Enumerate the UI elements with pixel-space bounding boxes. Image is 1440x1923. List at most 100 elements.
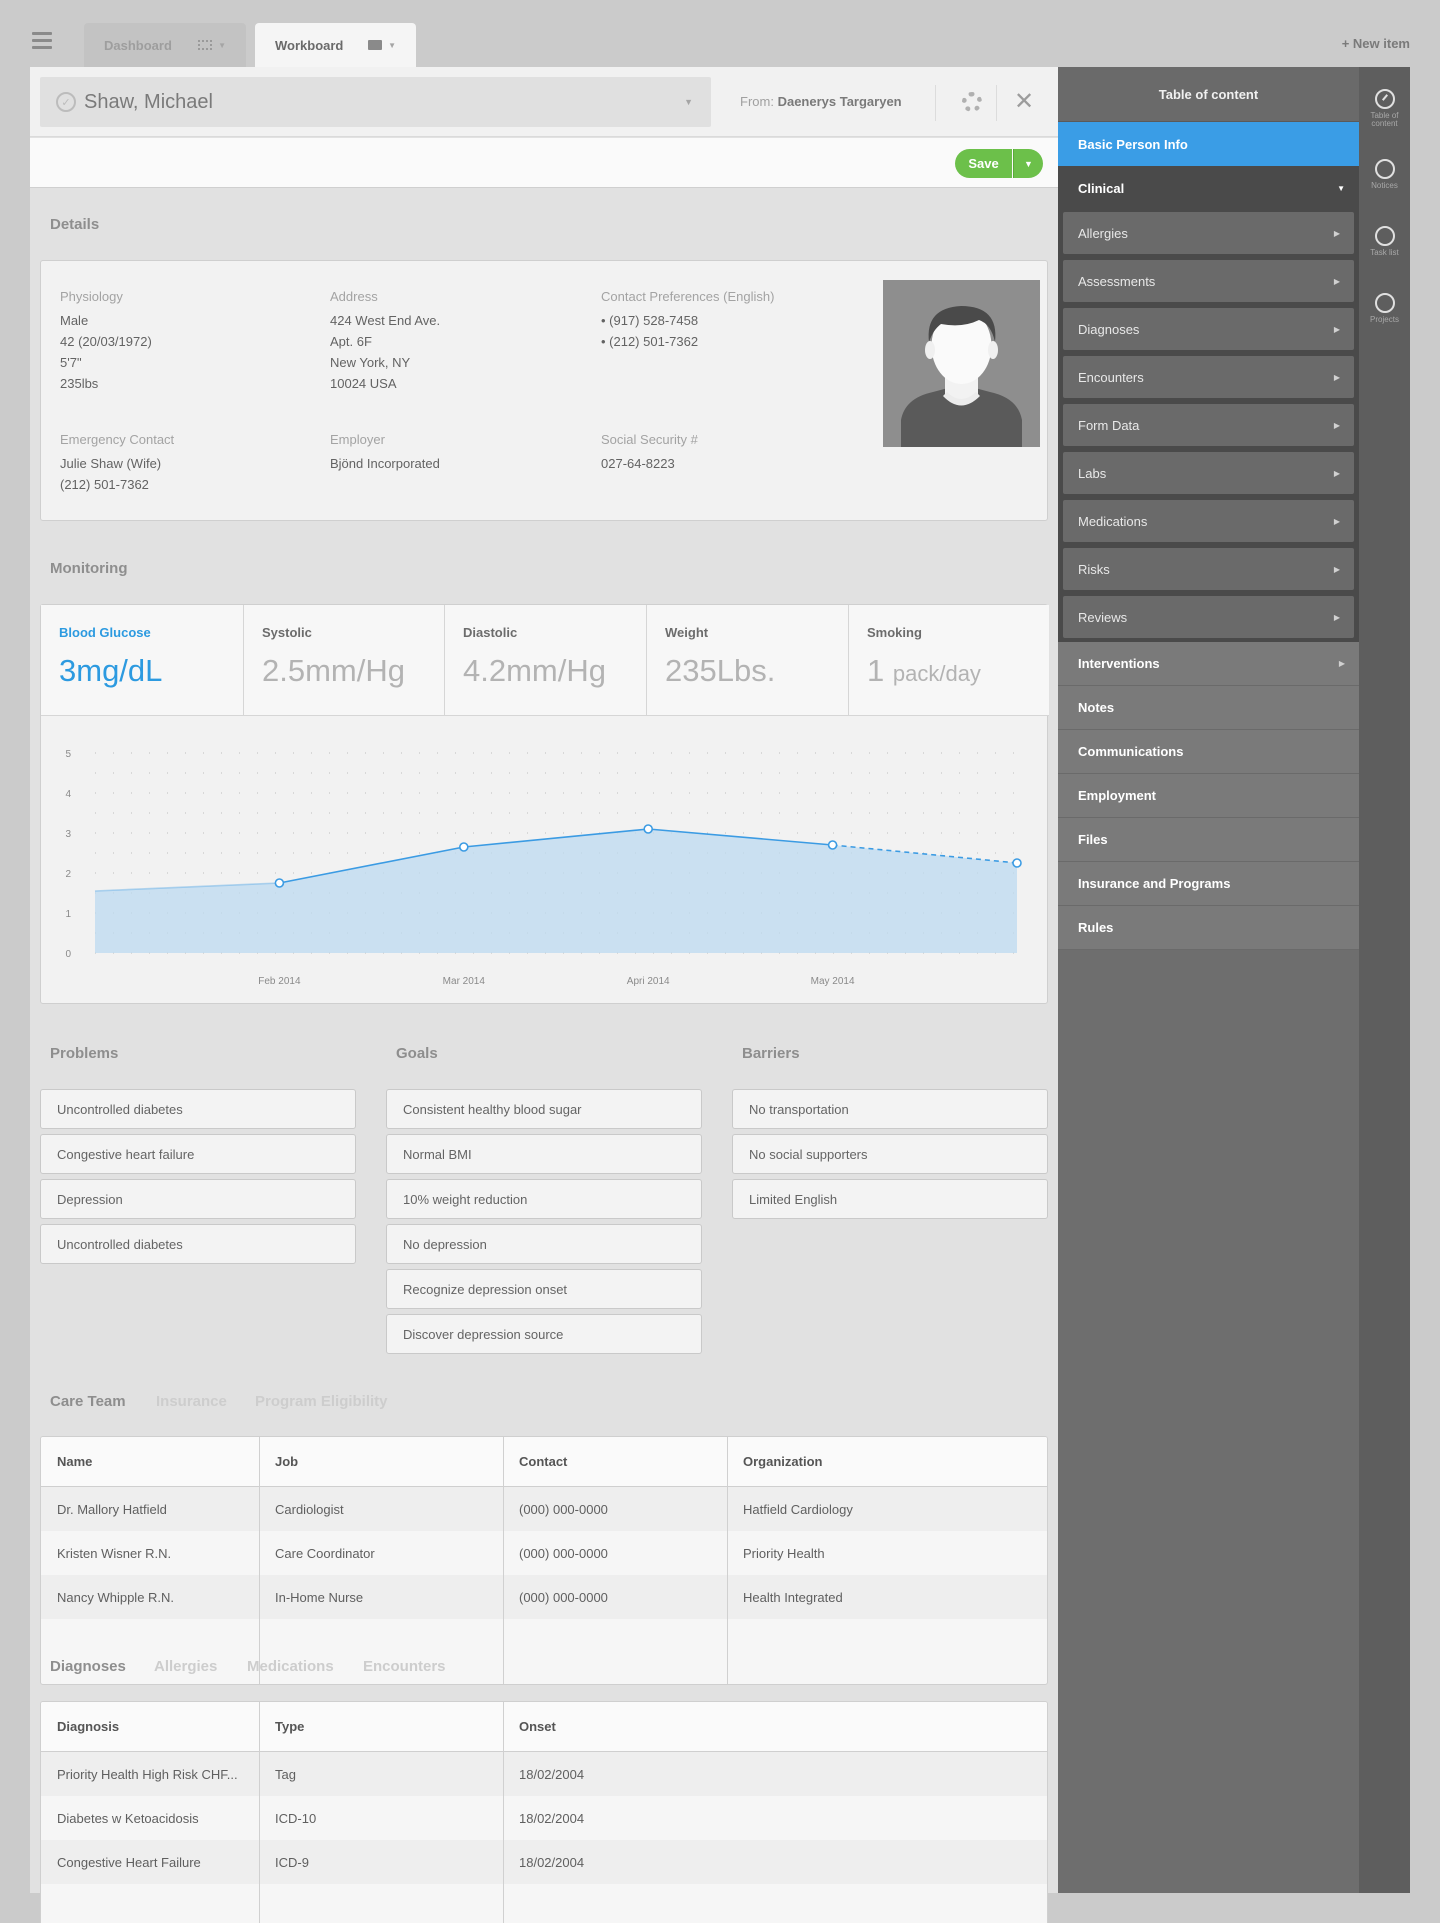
metric-blood-glucose[interactable]: Blood Glucose 3mg/dL — [41, 605, 244, 715]
barrier-item[interactable]: Limited English — [732, 1179, 1048, 1219]
table-row[interactable]: Dr. Mallory Hatfield Cardiologist (000) … — [41, 1487, 1047, 1531]
toc-subitem-labs[interactable]: Labs ▶ — [1063, 452, 1354, 494]
tab-care-team[interactable]: Care Team — [50, 1393, 126, 1410]
contact-phone: • (917) 528-7458 — [601, 313, 699, 328]
toc-subitem-reviews[interactable]: Reviews ▶ — [1063, 596, 1354, 638]
person-silhouette-icon — [883, 280, 1040, 447]
table-cell: Diabetes w Ketoacidosis — [57, 1810, 199, 1826]
metric-smoking[interactable]: Smoking 1 pack/day — [849, 605, 1049, 715]
toc-item-rules[interactable]: Rules — [1058, 906, 1359, 950]
from-label: From: — [740, 94, 774, 109]
goal-item[interactable]: Normal BMI — [386, 1134, 702, 1174]
toc-label: Encounters — [1078, 369, 1144, 385]
tab-insurance[interactable]: Insurance — [156, 1393, 227, 1410]
gear-icon[interactable] — [962, 92, 982, 112]
chevron-right-icon: ▶ — [1333, 468, 1340, 478]
save-button[interactable]: Save — [955, 149, 1012, 178]
rail-projects[interactable]: Projects — [1359, 293, 1410, 324]
patient-select[interactable]: ✓ Shaw, Michael ▼ — [40, 77, 711, 127]
toc-label: Notes — [1078, 700, 1115, 715]
save-options-chevron-icon[interactable]: ▼ — [1013, 149, 1043, 178]
metric-label: Diastolic — [463, 625, 518, 640]
toc-item-interventions[interactable]: Interventions ▶ — [1058, 642, 1359, 686]
goal-item[interactable]: Recognize depression onset — [386, 1269, 702, 1309]
metric-diastolic[interactable]: Diastolic 4.2mm/Hg — [445, 605, 647, 715]
barrier-item[interactable]: No social supporters — [732, 1134, 1048, 1174]
tab-allergies[interactable]: Allergies — [154, 1658, 217, 1675]
problem-item[interactable]: Congestive heart failure — [40, 1134, 356, 1174]
column-header[interactable]: Type — [259, 1702, 304, 1751]
notices-icon — [1374, 159, 1395, 179]
toc-item-notes[interactable]: Notes — [1058, 686, 1359, 730]
column-header[interactable]: Organization — [727, 1437, 822, 1486]
rail-table-of-content[interactable]: Table of content — [1359, 89, 1410, 128]
tab-label: Workboard — [275, 37, 344, 53]
toc-subitem-diagnoses[interactable]: Diagnoses ▶ — [1063, 308, 1354, 350]
problem-item[interactable]: Depression — [40, 1179, 356, 1219]
toc-item-insurance-and-programs[interactable]: Insurance and Programs — [1058, 862, 1359, 906]
tab-medications[interactable]: Medications — [247, 1658, 334, 1675]
problems-title: Problems — [50, 1045, 119, 1062]
metric-value: 2.5mm/Hg — [262, 653, 405, 688]
toc-item-files[interactable]: Files — [1058, 818, 1359, 862]
data-point — [1012, 858, 1022, 868]
column-header[interactable]: Onset — [503, 1702, 556, 1751]
table-cell: 18/02/2004 — [519, 1854, 585, 1870]
table-header-row: Diagnosis Type Onset — [41, 1702, 1047, 1752]
toc-label: Allergies — [1078, 225, 1128, 241]
tab-dashboard[interactable]: Dashboard ▼ — [84, 23, 246, 67]
metric-weight[interactable]: Weight 235Lbs. — [647, 605, 849, 715]
table-row[interactable]: Diabetes w Ketoacidosis ICD-10 18/02/200… — [41, 1796, 1047, 1840]
tab-program-eligibility[interactable]: Program Eligibility — [255, 1393, 388, 1410]
problem-item[interactable]: Uncontrolled diabetes — [40, 1089, 356, 1129]
column-divider — [259, 1702, 260, 1923]
new-item-link[interactable]: + New item — [1342, 36, 1410, 51]
toc-item-communications[interactable]: Communications — [1058, 730, 1359, 774]
table-row[interactable]: Kristen Wisner R.N. Care Coordinator (00… — [41, 1531, 1047, 1575]
close-icon[interactable]: ✕ — [1014, 87, 1034, 116]
goal-item[interactable]: Discover depression source — [386, 1314, 702, 1354]
rail-task-list[interactable]: Task list — [1359, 226, 1410, 257]
problem-item[interactable]: Uncontrolled diabetes — [40, 1224, 356, 1264]
table-row[interactable]: Priority Health High Risk CHF... Tag 18/… — [41, 1752, 1047, 1796]
chevron-right-icon: ▶ — [1333, 324, 1340, 334]
ssn-value: 027-64-8223 — [601, 456, 675, 471]
toc-subitem-encounters[interactable]: Encounters ▶ — [1063, 356, 1354, 398]
physiology-age: 42 (20/03/1972) — [60, 334, 152, 349]
toc-label: Employment — [1078, 788, 1157, 803]
goal-item[interactable]: No depression — [386, 1224, 702, 1264]
toc-subitem-risks[interactable]: Risks ▶ — [1063, 548, 1354, 590]
tab-diagnoses[interactable]: Diagnoses — [50, 1658, 126, 1675]
y-tick-label: 1 — [65, 909, 71, 920]
toc-item-clinical[interactable]: Clinical ▼ — [1058, 166, 1359, 210]
toc-subitem-allergies[interactable]: Allergies ▶ — [1063, 212, 1354, 254]
toc-subitem-assessments[interactable]: Assessments ▶ — [1063, 260, 1354, 302]
toc-item-basic-person-info[interactable]: Basic Person Info — [1058, 122, 1359, 166]
goal-item[interactable]: Consistent healthy blood sugar — [386, 1089, 702, 1129]
column-divider — [503, 1437, 504, 1684]
toc-subitem-medications[interactable]: Medications ▶ — [1063, 500, 1354, 542]
column-header[interactable]: Contact — [503, 1437, 567, 1486]
barrier-item[interactable]: No transportation — [732, 1089, 1048, 1129]
toc-label: Insurance and Programs — [1078, 876, 1231, 891]
toc-title: Table of content — [1058, 67, 1359, 122]
hamburger-menu-icon[interactable] — [32, 32, 52, 50]
table-row[interactable]: Congestive Heart Failure ICD-9 18/02/200… — [41, 1840, 1047, 1884]
metric-systolic[interactable]: Systolic 2.5mm/Hg — [244, 605, 445, 715]
table-cell: Dr. Mallory Hatfield — [57, 1501, 167, 1517]
column-header[interactable]: Diagnosis — [41, 1702, 119, 1751]
table-row[interactable]: Nancy Whipple R.N. In-Home Nurse (000) 0… — [41, 1575, 1047, 1619]
toc-label: Interventions — [1078, 656, 1160, 671]
column-header[interactable]: Name — [41, 1437, 92, 1486]
from-name: Daenerys Targaryen — [777, 94, 902, 109]
tab-workboard[interactable]: Workboard ▼ — [255, 23, 416, 67]
toc-subitem-form-data[interactable]: Form Data ▶ — [1063, 404, 1354, 446]
x-tick-label: Apri 2014 — [627, 976, 670, 987]
tab-encounters[interactable]: Encounters — [363, 1658, 446, 1675]
column-header[interactable]: Job — [259, 1437, 298, 1486]
details-title: Details — [50, 216, 100, 233]
toc-item-employment[interactable]: Employment — [1058, 774, 1359, 818]
data-point — [827, 840, 838, 850]
rail-notices[interactable]: Notices — [1359, 159, 1410, 190]
goal-item[interactable]: 10% weight reduction — [386, 1179, 702, 1219]
